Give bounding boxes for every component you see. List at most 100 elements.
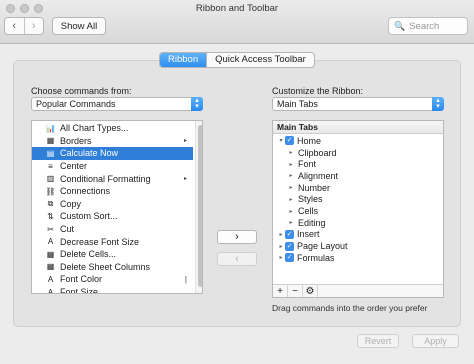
tree-item[interactable]: ▸ Clipboard (273, 147, 443, 159)
disclosure-closed-icon[interactable]: ▸ (277, 231, 285, 238)
tab-settings-button[interactable]: ⚙ (303, 285, 318, 297)
command-item[interactable]: ▦ Borders ▸ (32, 135, 193, 148)
tree-item-label: Insert (297, 229, 320, 240)
tree-item[interactable]: ▸ Editing (273, 217, 443, 229)
window-title: Ribbon and Toolbar (195, 3, 279, 14)
revert-button[interactable]: Revert (357, 334, 399, 348)
command-label: Copy (60, 198, 82, 209)
tab-switcher: Ribbon Quick Access Toolbar (159, 52, 315, 68)
tree-item[interactable]: ▸ ✓ Page Layout (273, 240, 443, 252)
split-button-divider: | (184, 274, 187, 284)
command-label: Center (60, 161, 88, 172)
command-item[interactable]: A Font Color | (32, 273, 193, 286)
tree-toolbar: + − ⚙ (273, 284, 443, 297)
choose-commands-label: Choose commands from: (31, 86, 132, 96)
search-field[interactable]: 🔍 Search (388, 17, 468, 35)
tab-checkbox[interactable]: ✓ (285, 136, 294, 146)
command-item[interactable]: A Decrease Font Size (32, 235, 193, 248)
disclosure-closed-icon[interactable]: ▸ (287, 161, 295, 168)
tree-item-label: Font (298, 159, 317, 170)
chevron-right-icon: › (31, 20, 36, 32)
tab-ribbon[interactable]: Ribbon (160, 53, 207, 67)
tree-item[interactable]: ▾ ✓ Home (273, 135, 443, 147)
customize-ribbon-label: Customize the Ribbon: (272, 86, 364, 96)
nav-buttons: ‹ › (4, 17, 44, 35)
command-item[interactable]: ▤ Calculate Now (32, 147, 193, 160)
disclosure-closed-icon[interactable]: ▸ (287, 208, 295, 215)
command-icon: ⛓ (45, 186, 56, 196)
command-icon: ▦ (46, 249, 55, 259)
command-icon: ▦ (46, 136, 55, 146)
command-item[interactable]: ⇅ Custom Sort... (32, 210, 193, 223)
back-button[interactable]: ‹ (5, 18, 24, 34)
tab-quick-access-toolbar[interactable]: Quick Access Toolbar (206, 53, 314, 67)
scrollbar-thumb[interactable] (198, 125, 202, 287)
command-item[interactable]: A Font Size (32, 286, 193, 294)
tree-item-label: Alignment (298, 170, 339, 181)
add-tab-button[interactable]: + (273, 285, 288, 297)
command-item[interactable]: ⧉ Copy (32, 198, 193, 211)
command-label: Borders (60, 135, 92, 146)
tree-item[interactable]: ▸ Cells (273, 205, 443, 217)
disclosure-closed-icon[interactable]: ▸ (287, 172, 295, 179)
command-icon: A (47, 274, 54, 284)
tree-item-label: Cells (298, 206, 319, 217)
command-label: Calculate Now (60, 148, 119, 159)
command-item[interactable]: ▦ Delete Cells... (32, 248, 193, 261)
command-item[interactable]: 📊 All Chart Types... (32, 122, 193, 135)
tab-checkbox[interactable]: ✓ (285, 253, 294, 263)
tree-item-label: Number (298, 182, 331, 193)
command-icon: ≡ (48, 161, 53, 171)
commands-scrollbar[interactable] (195, 121, 202, 293)
apply-button[interactable]: Apply (412, 334, 459, 348)
tree-item-label: Styles (298, 194, 323, 205)
add-command-button[interactable]: › (217, 230, 257, 244)
disclosure-closed-icon[interactable]: ▸ (287, 196, 295, 203)
command-icon: ⇅ (47, 211, 54, 221)
tree-item[interactable]: ▸ Font (273, 158, 443, 170)
search-icon: 🔍 (394, 20, 406, 31)
forward-button[interactable]: › (23, 18, 44, 34)
tree-item[interactable]: ▸ Alignment (273, 170, 443, 182)
disclosure-closed-icon[interactable]: ▸ (277, 254, 285, 261)
tree-item[interactable]: ▸ ✓ Formulas (273, 252, 443, 264)
ribbon-tabs-value: Main Tabs (277, 99, 318, 109)
tree-item-label: Clipboard (298, 147, 337, 158)
disclosure-closed-icon[interactable]: ▸ (287, 219, 295, 226)
ribbon-tree[interactable]: Main Tabs + − ⚙ ▾ ✓ Home ▸ Clipboard ▸ Font ▸ Al… (272, 120, 444, 298)
chevron-right-icon: › (235, 231, 239, 243)
gear-icon: ⚙ (305, 285, 315, 297)
command-item[interactable]: ▦ Delete Sheet Columns (32, 261, 193, 274)
commands-list[interactable]: A Font Size A Font Color | ▦ Delete Sheet Colu… (31, 120, 203, 294)
disclosure-closed-icon[interactable]: ▸ (287, 149, 295, 156)
disclosure-open-icon[interactable]: ▾ (277, 137, 285, 144)
ribbon-tabs-dropdown[interactable]: Main Tabs ▴ ▾ (272, 97, 444, 111)
command-item[interactable]: ≡ Center (32, 160, 193, 173)
command-label: Font Size (60, 287, 99, 294)
command-icon: ⧉ (47, 198, 54, 208)
command-label: Connections (60, 186, 111, 197)
commands-source-dropdown[interactable]: Popular Commands ▴ ▾ (31, 97, 203, 111)
command-item[interactable]: ✂ Cut (32, 223, 193, 236)
show-all-button[interactable]: Show All (52, 17, 106, 35)
command-item[interactable]: ▥ Conditional Formatting ▸ (32, 172, 193, 185)
disclosure-closed-icon[interactable]: ▸ (287, 184, 295, 191)
updown-chevron-icon: ▴ ▾ (191, 97, 203, 111)
command-label: Cut (60, 224, 75, 235)
tab-checkbox[interactable]: ✓ (285, 229, 294, 239)
remove-tab-button[interactable]: − (288, 285, 303, 297)
command-item[interactable]: ⛓ Connections (32, 185, 193, 198)
tab-checkbox[interactable]: ✓ (285, 241, 294, 251)
command-label: Conditional Formatting (60, 173, 151, 184)
tree-item[interactable]: ▸ ✓ Insert (273, 229, 443, 241)
chevron-left-icon: ‹ (12, 20, 17, 32)
command-icon: A (47, 287, 54, 294)
tree-item[interactable]: ▸ Number (273, 182, 443, 194)
disclosure-closed-icon[interactable]: ▸ (277, 243, 285, 250)
tree-header: Main Tabs (273, 121, 443, 134)
tree-item[interactable]: ▸ Styles (273, 194, 443, 206)
command-label: Custom Sort... (60, 211, 118, 222)
search-placeholder: Search (409, 20, 440, 32)
remove-command-button[interactable]: ‹ (217, 252, 257, 266)
command-icon: 📊 (45, 123, 56, 133)
